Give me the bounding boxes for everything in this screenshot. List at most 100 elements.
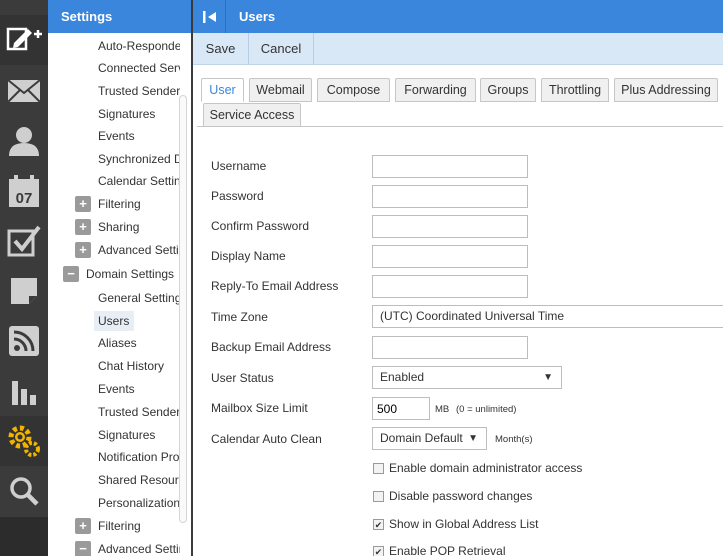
user-status-select[interactable]: Enabled ▼ [372, 366, 562, 389]
tree-item-auto-responder[interactable]: Auto-Responder [98, 36, 180, 56]
expand-icon[interactable]: + [75, 196, 91, 212]
tab-throttling[interactable]: Throttling [541, 78, 609, 102]
password-field[interactable] [372, 185, 528, 208]
mailbox-size-field[interactable] [372, 397, 430, 420]
calendar-clean-unit: Month(s) [495, 434, 533, 445]
username-label: Username [211, 159, 267, 173]
tree-item-trusted-senders[interactable]: Trusted Senders [98, 81, 180, 101]
calendar-clean-select[interactable]: Domain Default ▼ [372, 427, 487, 450]
tree-item-domain-trusted-senders[interactable]: Trusted Senders [98, 402, 180, 422]
app-window: 07 Settings Auto-Responder Connected Ser… [0, 0, 723, 556]
tree-item-signatures[interactable]: Signatures [98, 104, 180, 124]
tree-item-general-settings[interactable]: General Settings [98, 288, 180, 308]
time-zone-select[interactable]: (UTC) Coordinated Universal Time [372, 305, 723, 328]
rss-icon[interactable] [0, 316, 48, 366]
rail-footer [0, 517, 48, 556]
search-icon[interactable] [0, 466, 48, 516]
main-panel: Users Save Cancel User Webmail Compose F… [193, 0, 723, 556]
compose-new-icon[interactable] [0, 15, 48, 65]
tree-item-domain-settings[interactable]: Domain Settings [86, 264, 180, 284]
collapse-icon[interactable]: − [75, 541, 91, 556]
tree-item-aliases[interactable]: Aliases [98, 333, 180, 353]
svg-text:07: 07 [16, 190, 33, 207]
header-divider [225, 0, 226, 33]
user-status-label: User Status [211, 371, 274, 385]
icon-rail: 07 [0, 0, 48, 556]
save-button[interactable]: Save [193, 33, 248, 64]
cancel-button[interactable]: Cancel [249, 33, 313, 64]
main-header: Users [193, 0, 723, 33]
checkbox-disable-password[interactable]: Disable password changes [373, 489, 532, 503]
checkbox-label: Show in Global Address List [389, 517, 539, 531]
confirm-password-field[interactable] [372, 215, 528, 238]
tab-groups[interactable]: Groups [480, 78, 536, 102]
mailbox-size-hint: (0 = unlimited) [456, 404, 517, 415]
checkbox-global-address-list[interactable]: ✔ Show in Global Address List [373, 517, 538, 531]
tree-item-calendar-settings[interactable]: Calendar Settings [98, 171, 180, 191]
checkbox-pop-retrieval[interactable]: ✔ Enable POP Retrieval [373, 544, 506, 556]
tab-divider [197, 126, 723, 127]
tree-item-domain-events[interactable]: Events [98, 379, 180, 399]
tab-service-access[interactable]: Service Access [203, 103, 301, 127]
calendar-icon[interactable]: 07 [0, 166, 48, 216]
tree-item-domain-filtering[interactable]: Filtering [98, 516, 180, 536]
expand-icon[interactable]: + [75, 242, 91, 258]
calendar-clean-value: Domain Default [380, 431, 463, 445]
checkbox-domain-admin[interactable]: Enable domain administrator access [373, 461, 582, 475]
tree-item-personalization[interactable]: Personalization [98, 493, 180, 513]
display-name-field[interactable] [372, 245, 528, 268]
tab-webmail[interactable]: Webmail [249, 78, 312, 102]
tree-item-events[interactable]: Events [98, 126, 180, 146]
time-zone-label: Time Zone [211, 310, 268, 324]
tasks-icon[interactable] [0, 216, 48, 266]
mailbox-size-label: Mailbox Size Limit [211, 401, 308, 415]
collapse-panel-icon[interactable] [193, 0, 226, 33]
page-title: Users [239, 9, 276, 24]
contacts-icon[interactable] [0, 116, 48, 166]
tree-item-chat-history[interactable]: Chat History [98, 356, 180, 376]
tree-title: Settings [48, 0, 193, 33]
reply-to-label: Reply-To Email Address [211, 279, 339, 293]
toolbar-divider [313, 33, 314, 64]
password-label: Password [211, 189, 264, 203]
tree-item-users[interactable]: Users [94, 311, 134, 331]
checkbox-label: Disable password changes [389, 489, 533, 503]
reports-icon[interactable] [0, 366, 48, 416]
expand-icon[interactable]: + [75, 518, 91, 534]
mail-icon[interactable] [0, 66, 48, 116]
settings-tree: Settings Auto-Responder Connected Servic… [48, 0, 193, 556]
calendar-clean-label: Calendar Auto Clean [211, 432, 322, 446]
checkbox-box[interactable] [373, 490, 384, 502]
tree-item-domain-advanced-settings[interactable]: Advanced Settings [98, 539, 180, 556]
dropdown-arrow-icon: ▼ [468, 433, 478, 444]
tree-item-domain-signatures[interactable]: Signatures [98, 425, 180, 445]
notes-icon[interactable] [0, 266, 48, 316]
dropdown-arrow-icon: ▼ [543, 372, 553, 383]
checkbox-label: Enable domain administrator access [389, 461, 583, 475]
tab-plus-addressing[interactable]: Plus Addressing [614, 78, 718, 102]
toolbar: Save Cancel [193, 33, 723, 65]
tree-item-synchronized-devices[interactable]: Synchronized Devices [98, 149, 180, 169]
tree-scrollbar[interactable] [179, 95, 187, 523]
tree-item-sharing[interactable]: Sharing [98, 217, 180, 237]
time-zone-value: (UTC) Coordinated Universal Time [380, 309, 565, 323]
tab-user[interactable]: User [201, 78, 244, 102]
username-field[interactable] [372, 155, 528, 178]
backup-email-field[interactable] [372, 336, 528, 359]
tree-item-advanced-settings[interactable]: Advanced Settings [98, 240, 180, 260]
tab-compose[interactable]: Compose [317, 78, 390, 102]
mailbox-size-unit: MB [435, 404, 450, 415]
tree-item-connected-services[interactable]: Connected Services [98, 58, 180, 78]
checkmark-icon[interactable]: ✔ [373, 545, 384, 556]
checkmark-icon[interactable]: ✔ [373, 518, 384, 530]
expand-icon[interactable]: + [75, 219, 91, 235]
checkbox-box[interactable] [373, 462, 384, 474]
confirm-password-label: Confirm Password [211, 219, 310, 233]
settings-gear-icon[interactable] [0, 416, 48, 466]
collapse-icon[interactable]: − [63, 266, 79, 282]
reply-to-field[interactable] [372, 275, 528, 298]
tree-item-shared-resources[interactable]: Shared Resources [98, 470, 180, 490]
tree-item-filtering[interactable]: Filtering [98, 194, 180, 214]
tree-item-notification-profiles[interactable]: Notification Profiles [98, 447, 180, 467]
tab-forwarding[interactable]: Forwarding [395, 78, 476, 102]
